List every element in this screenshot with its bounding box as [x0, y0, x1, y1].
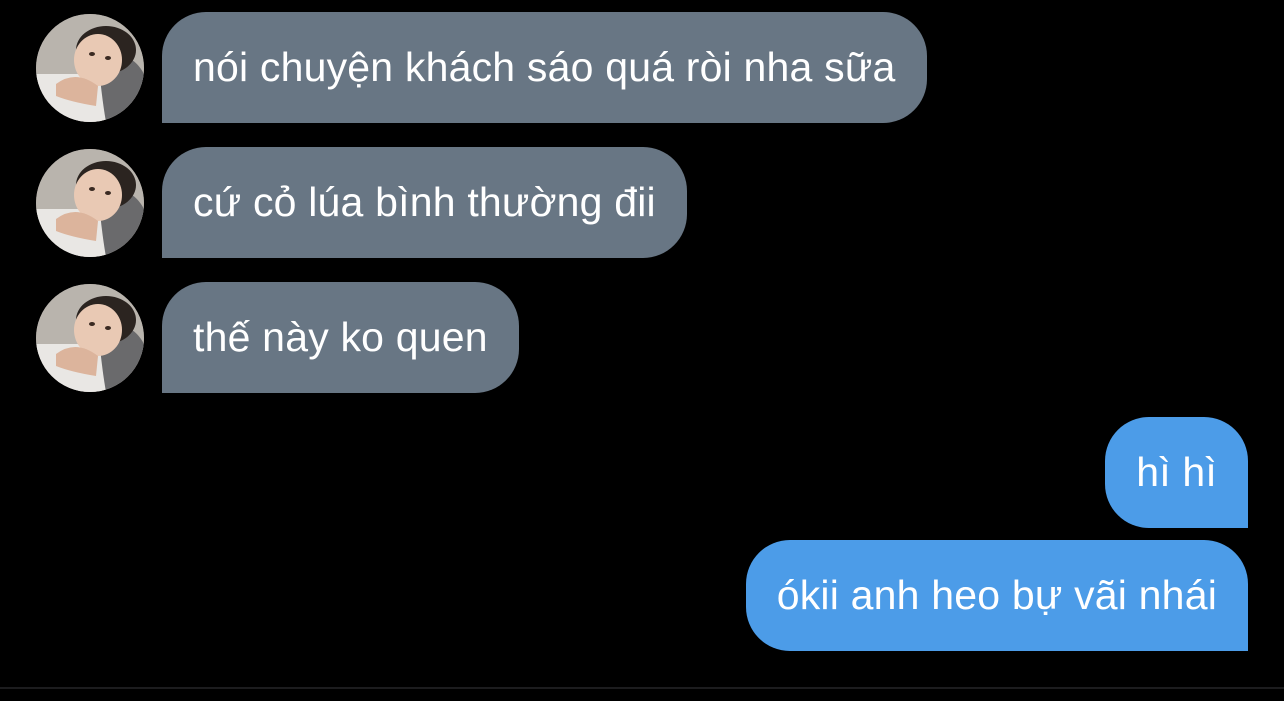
outgoing-message-bubble[interactable]: hì hì — [1105, 417, 1248, 528]
incoming-message-bubble[interactable]: nói chuyện khách sáo quá ròi nha sữa — [162, 12, 927, 123]
avatar[interactable] — [36, 14, 144, 122]
avatar-photo-icon — [36, 284, 144, 392]
incoming-message-bubble[interactable]: thế này ko quen — [162, 282, 519, 393]
avatar[interactable] — [36, 149, 144, 257]
message-text: nói chuyện khách sáo quá ròi nha sữa — [193, 44, 896, 90]
divider — [0, 687, 1284, 689]
message-text: thế này ko quen — [193, 314, 488, 360]
message-text: hì hì — [1136, 449, 1217, 495]
avatar[interactable] — [36, 284, 144, 392]
outgoing-message-bubble[interactable]: ókii anh heo bự vãi nhái — [745, 540, 1248, 651]
avatar-photo-icon — [36, 14, 144, 122]
message-text: cứ cỏ lúa bình thường đii — [193, 179, 656, 225]
incoming-message-bubble[interactable]: cứ cỏ lúa bình thường đii — [162, 147, 687, 258]
avatar-photo-icon — [36, 149, 144, 257]
message-text: ókii anh heo bự vãi nhái — [776, 572, 1217, 618]
